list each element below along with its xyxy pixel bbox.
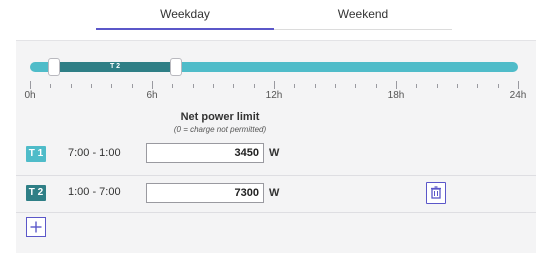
trash-icon bbox=[431, 186, 441, 199]
timeline-minor-tick bbox=[172, 84, 174, 88]
power-limit-input[interactable]: 7300 bbox=[146, 183, 264, 203]
timeline-minor-tick bbox=[233, 84, 235, 88]
timeline-minor-tick bbox=[436, 84, 438, 88]
schedule-tabs: Weekday Weekend bbox=[96, 0, 452, 30]
limit-subtitle: (0 = charge not permitted) bbox=[173, 125, 267, 134]
timeline-major-tick bbox=[518, 81, 519, 89]
timeline-minor-tick bbox=[416, 84, 418, 88]
tariff-row-t2: T 2 1:00 - 7:00 7300 W bbox=[16, 175, 536, 213]
timeline-minor-tick bbox=[131, 84, 133, 88]
timeline-minor-tick bbox=[477, 84, 479, 88]
power-limit-input[interactable]: 3450 bbox=[146, 143, 264, 163]
timeline-minor-tick bbox=[457, 84, 458, 88]
tariff-badge-t1: T 1 bbox=[26, 146, 46, 162]
timeline-minor-tick bbox=[50, 84, 52, 88]
time-range: 7:00 - 1:00 bbox=[68, 147, 121, 159]
timeline-handle-start[interactable] bbox=[48, 58, 60, 76]
tick-label-18h: 18h bbox=[387, 90, 405, 101]
tick-label-12h: 12h bbox=[265, 90, 283, 101]
tab-weekend[interactable]: Weekend bbox=[274, 0, 452, 30]
timeline-handle-end[interactable] bbox=[170, 58, 182, 76]
timeline-minor-tick bbox=[70, 84, 72, 88]
timeline-minor-tick bbox=[375, 84, 377, 88]
tick-label-24h: 24h bbox=[509, 90, 527, 101]
plus-icon bbox=[30, 221, 42, 233]
timeline-major-tick bbox=[274, 81, 275, 89]
tick-label-6h: 6h bbox=[146, 90, 158, 101]
unit-label: W bbox=[269, 147, 280, 159]
tab-weekday[interactable]: Weekday bbox=[96, 0, 274, 30]
timeline-major-tick bbox=[396, 81, 397, 89]
timeline-minor-tick bbox=[253, 84, 255, 88]
tick-label-0h: 0h bbox=[24, 90, 36, 101]
limit-title: Net power limit bbox=[180, 111, 260, 123]
timeline-minor-tick bbox=[335, 84, 336, 88]
timeline-major-tick bbox=[30, 81, 31, 89]
tariff-row-t1: T 1 7:00 - 1:00 3450 W bbox=[16, 138, 536, 172]
timeline-minor-tick bbox=[355, 84, 357, 88]
delete-row-button[interactable] bbox=[426, 182, 446, 204]
timeline-track[interactable]: T 2 bbox=[30, 58, 518, 76]
timeline-minor-tick bbox=[294, 84, 296, 88]
timeline-ticks bbox=[30, 81, 519, 89]
time-range: 1:00 - 7:00 bbox=[68, 186, 121, 198]
add-tariff-button[interactable] bbox=[26, 217, 46, 237]
timeline-minor-tick bbox=[213, 84, 214, 88]
timeline-major-tick bbox=[152, 81, 153, 89]
timeline-minor-tick bbox=[314, 84, 316, 88]
tariff-badge-t2: T 2 bbox=[26, 185, 46, 201]
timeline-minor-tick bbox=[111, 84, 113, 88]
unit-label: W bbox=[269, 187, 280, 199]
schedule-panel: T 2 0h 6h 12h 18h 24h Net power limit (0… bbox=[16, 40, 536, 253]
timeline-minor-tick bbox=[497, 84, 499, 88]
timeline-segment-t2[interactable]: T 2 bbox=[54, 62, 176, 72]
timeline-minor-tick bbox=[91, 84, 92, 88]
timeline-minor-tick bbox=[192, 84, 194, 88]
